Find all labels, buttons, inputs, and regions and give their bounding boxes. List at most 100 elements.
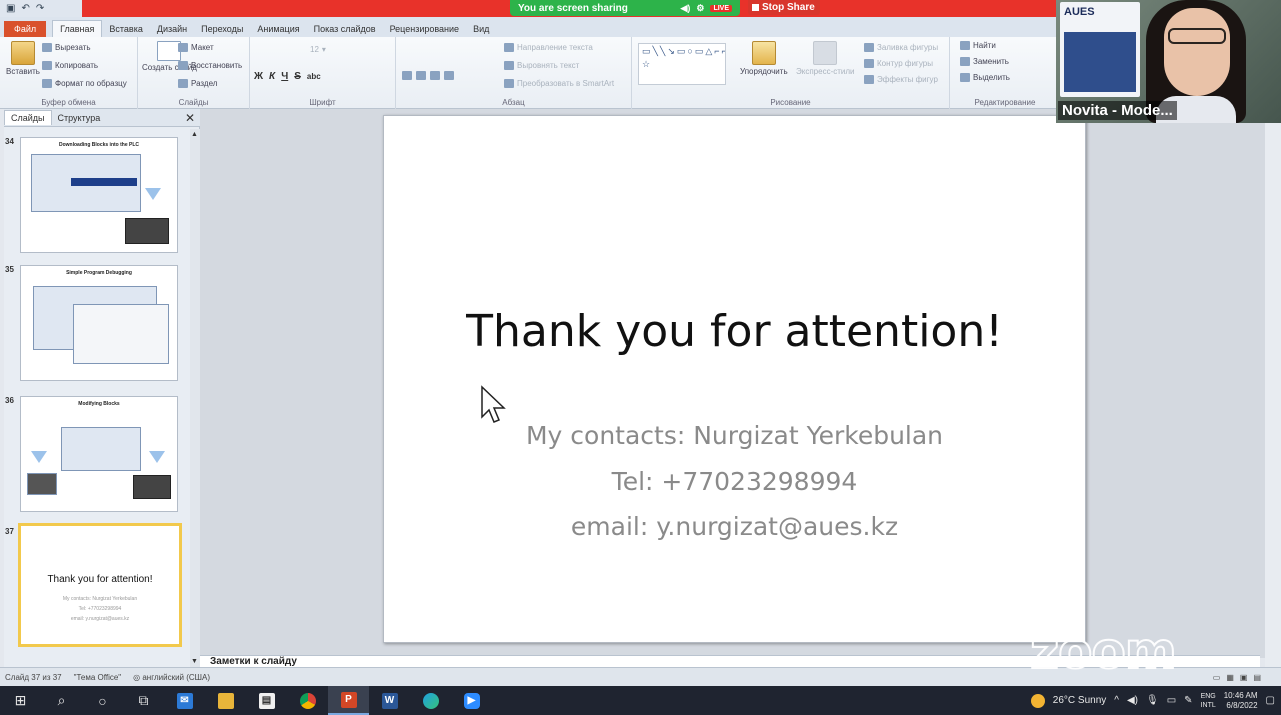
slide-email[interactable]: email: y.nurgizat@aues.kz (384, 512, 1085, 541)
thumbnail-arrow (149, 451, 165, 463)
thumbnail-line: My contacts: Nurgizat Yerkebulan (62, 596, 138, 602)
zoom-app[interactable]: ▶ (451, 686, 492, 715)
justify-icon[interactable] (444, 71, 454, 80)
sorter-view-icon[interactable]: ▦ (1226, 673, 1234, 682)
task-view-button[interactable]: ⧉ (123, 686, 164, 715)
shape-effects-button[interactable]: Эффекты фигур (864, 75, 938, 84)
file-explorer-app[interactable] (205, 686, 246, 715)
pen-icon[interactable]: ✎ (1184, 695, 1192, 706)
reset-button[interactable]: Восстановить (178, 61, 242, 70)
network-icon[interactable]: ▭ (1167, 695, 1176, 706)
italic-button[interactable]: К (269, 71, 275, 82)
participant-video[interactable]: AUES Novita - Mode... (1056, 0, 1281, 123)
scroll-down-icon[interactable]: ▼ (191, 658, 198, 665)
tab-design[interactable]: Дизайн (150, 21, 194, 37)
microphone-icon[interactable]: 🎙 (1146, 695, 1159, 706)
tab-view[interactable]: Вид (466, 21, 496, 37)
select-button[interactable]: Выделить (960, 73, 1010, 82)
cut-button[interactable]: Вырезать (42, 43, 91, 52)
audio-icon[interactable]: ◀) (680, 3, 690, 14)
close-icon[interactable]: ✕ (185, 111, 195, 125)
shadow-button[interactable]: abc (307, 72, 321, 81)
strikethrough-button[interactable]: S (294, 71, 301, 82)
smartart-button[interactable]: Преобразовать в SmartArt (504, 79, 614, 88)
notifications-icon[interactable]: ▢ (1266, 695, 1275, 706)
tab-review[interactable]: Рецензирование (383, 21, 467, 37)
panel-scrollbar[interactable]: ▲ ▼ (190, 129, 200, 667)
save-icon[interactable]: ▣ (6, 3, 15, 14)
avatar-glasses (1168, 28, 1226, 44)
slide-thumbnail-35[interactable]: Simple Program Debugging (20, 265, 178, 381)
replace-button[interactable]: Заменить (960, 57, 1009, 66)
chevron-up-icon[interactable]: ^ (1114, 695, 1119, 706)
gear-icon[interactable]: ⚙ (696, 3, 704, 14)
scroll-up-icon[interactable]: ▲ (191, 131, 198, 138)
format-painter-button[interactable]: Формат по образцу (42, 79, 127, 88)
search-button[interactable]: ⌕ (41, 686, 82, 715)
slide-thumbnail-36[interactable]: Modifying Blocks (20, 396, 178, 512)
undo-icon[interactable]: ↶ (21, 3, 29, 14)
screen: ▣ ↶ ↷ You are screen sharing ◀) ⚙ LIVE S… (0, 0, 1281, 715)
shape-outline-button[interactable]: Контур фигуры (864, 59, 933, 68)
find-button[interactable]: Найти (960, 41, 996, 50)
tab-home[interactable]: Главная (52, 20, 103, 37)
align-text-button[interactable]: Выровнять текст (504, 61, 579, 70)
arrange-button[interactable]: Упорядочить (740, 41, 788, 76)
shapes-gallery[interactable]: ▭╲╲↘▭○▭△⌐⌐∟⇨⇩◇╲∕∿{}☆ (638, 43, 726, 85)
language-indicator[interactable]: ◎ английский (США) (133, 673, 210, 682)
stop-share-button[interactable]: Stop Share (748, 0, 820, 15)
tab-slideshow[interactable]: Показ слайдов (307, 21, 383, 37)
word-app[interactable]: W (369, 686, 410, 715)
paste-button[interactable]: Вставить (6, 41, 40, 76)
underline-button[interactable]: Ч (281, 71, 288, 82)
screen-sharing-indicator[interactable]: You are screen sharing ◀) ⚙ LIVE (510, 0, 740, 16)
drawing-group-label: Рисование (770, 98, 811, 107)
cortana-button[interactable]: ○ (82, 686, 123, 715)
shape-fill-button[interactable]: Заливка фигуры (864, 43, 938, 52)
tab-file[interactable]: Файл (4, 21, 47, 37)
section-button[interactable]: Раздел (178, 79, 217, 88)
clock[interactable]: 10:46 AM 6/8/2022 (1224, 691, 1258, 711)
start-button[interactable]: ⊞ (0, 686, 41, 715)
mail-app[interactable]: ✉ (164, 686, 205, 715)
store-app[interactable]: ▤ (246, 686, 287, 715)
tab-outline[interactable]: Структура (52, 111, 107, 125)
redo-icon[interactable]: ↷ (36, 3, 44, 14)
store-icon: ▤ (258, 692, 275, 709)
thumbnail-number: 36 (5, 396, 14, 405)
slide-thumbnail-34[interactable]: Downloading Blocks into the PLC (20, 137, 178, 253)
chrome-app[interactable] (287, 686, 328, 715)
weather-widget[interactable]: 26°C Sunny (1053, 695, 1106, 706)
align-center-icon[interactable] (416, 71, 426, 80)
tab-transitions[interactable]: Переходы (194, 21, 250, 37)
bold-button[interactable]: Ж (254, 71, 263, 82)
copy-button[interactable]: Копировать (42, 61, 98, 70)
edge-app[interactable] (410, 686, 451, 715)
outline-icon (864, 59, 874, 68)
effects-icon (864, 75, 874, 84)
text-direction-button[interactable]: Направление текста (504, 43, 593, 52)
tab-animations[interactable]: Анимация (250, 21, 306, 37)
slide-tel[interactable]: Tel: +77023298994 (384, 467, 1085, 496)
align-right-icon[interactable] (430, 71, 440, 80)
powerpoint-app[interactable]: P (328, 686, 369, 715)
quick-styles-button[interactable]: Экспресс-стили (796, 41, 855, 76)
layout-button[interactable]: Макет (178, 43, 214, 52)
reset-icon (178, 61, 188, 70)
current-slide[interactable]: Thank you for attention! My contacts: Nu… (383, 115, 1086, 643)
align-left-icon[interactable] (402, 71, 412, 80)
font-size-select[interactable]: 12 ▾ (310, 45, 326, 54)
reading-view-icon[interactable]: ▣ (1240, 673, 1248, 682)
input-language[interactable]: ENG INTL (1201, 692, 1216, 710)
mouse-cursor-icon (481, 385, 506, 423)
tab-slides[interactable]: Слайды (4, 110, 52, 125)
normal-view-icon[interactable]: ▭ (1213, 673, 1221, 682)
tab-insert[interactable]: Вставка (102, 21, 149, 37)
slide-contacts[interactable]: My contacts: Nurgizat Yerkebulan (384, 421, 1085, 450)
vertical-scrollbar[interactable] (1265, 109, 1281, 667)
speaker-icon[interactable]: ◀) (1127, 695, 1138, 706)
slide-thumbnail-37[interactable]: Thank you for attention! My contacts: Nu… (18, 523, 182, 647)
cortana-icon: ○ (98, 692, 107, 709)
slideshow-view-icon[interactable]: ▤ (1253, 673, 1261, 682)
slide-title[interactable]: Thank you for attention! (384, 306, 1085, 357)
